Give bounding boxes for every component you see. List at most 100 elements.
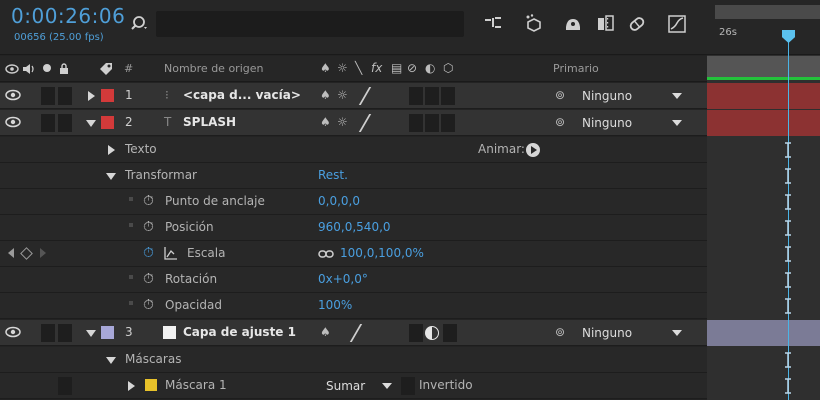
eye-icon[interactable] [5,116,21,128]
work-area-bar[interactable] [715,5,820,19]
3d-switch[interactable] [441,114,455,132]
eye-icon[interactable] [5,89,21,101]
layer-bar-3[interactable] [707,320,820,346]
eye-icon[interactable] [5,326,21,338]
collapse-arrow-icon[interactable] [86,120,96,127]
mask-row-1[interactable]: Máscara 1 Sumar Invertido [0,373,707,399]
label-tag-icon[interactable] [98,61,114,77]
mask-name[interactable]: Máscara 1 [165,378,227,392]
solo-header-icon[interactable] [43,64,51,72]
layer-row-2[interactable]: 2 T SPLASH ♠ ☼ ⊚ Ninguno [0,110,707,136]
quality-switch-icon[interactable] [346,87,372,105]
adjustment-switch[interactable] [425,114,439,132]
layer-name[interactable]: Capa de ajuste 1 [183,325,296,339]
time-ruler[interactable]: 26s [707,0,820,55]
motion-blur-switch[interactable] [409,324,423,342]
parent-pickwhip-icon[interactable]: ⊚ [555,325,565,339]
graph-icon[interactable] [164,246,178,260]
keyframe-marker[interactable] [784,220,792,236]
keyframe-marker[interactable] [784,352,792,368]
motion-blur-switch[interactable] [409,114,423,132]
search-icon[interactable] [130,14,150,34]
keyframe-marker[interactable] [784,378,792,394]
mask-color-swatch[interactable] [145,379,157,391]
solo-switch[interactable] [41,324,55,342]
parent-pickwhip-icon[interactable]: ⊚ [555,115,565,129]
quality-switch-icon[interactable] [346,114,372,132]
quality-switch-icon[interactable] [337,324,363,342]
parent-dropdown[interactable]: Ninguno [576,113,686,133]
video-toggle-header-icon[interactable] [5,64,19,74]
animate-label[interactable]: Animar: [478,142,525,156]
keyframe-marker[interactable] [784,194,792,210]
adjustment-layer-switch-icon[interactable] [425,326,439,340]
mask-mode-dropdown[interactable]: Sumar [320,376,396,396]
collapse-arrow-icon[interactable] [106,357,116,364]
layer-search-input[interactable] [156,11,464,37]
add-keyframe-icon[interactable] [20,247,33,260]
layer-name[interactable]: SPLASH [183,115,236,129]
stopwatch-active-icon[interactable]: ⏱ [143,245,154,261]
property-row-anchor-point[interactable]: ⏱ Punto de anclaje 0,0,0,0 [0,189,707,215]
property-row-opacity[interactable]: ⏱ Opacidad 100% [0,293,707,319]
inverted-checkbox[interactable] [401,377,415,395]
text-group-row[interactable]: Texto Animar: [0,137,707,163]
animate-menu-button[interactable] [526,143,540,157]
parent-dropdown[interactable]: Ninguno [576,323,686,343]
layer-label-color[interactable] [101,326,114,339]
lock-switch[interactable] [58,87,72,105]
graph-editor-icon[interactable] [666,13,688,35]
layer-bar-1[interactable] [707,83,820,109]
stopwatch-icon[interactable]: ⏱ [143,193,154,209]
collapse-arrow-icon[interactable] [106,173,116,180]
property-value[interactable]: 0,0,0,0 [318,194,360,208]
collapse-switch-icon[interactable]: ☼ [337,88,348,102]
parent-column-header[interactable]: Primario [553,62,599,75]
parent-pickwhip-icon[interactable]: ⊚ [555,88,565,102]
layer-row-1[interactable]: 1 ⁝ <capa d... vacía> ♠ ☼ ⊚ Ninguno [0,83,707,109]
previous-keyframe-icon[interactable] [8,248,14,258]
shy-switch-icon[interactable]: ♠ [320,88,331,102]
masks-group-row[interactable]: Máscaras [0,347,707,373]
audio-header-icon[interactable] [22,63,36,75]
expand-arrow-icon[interactable] [108,145,115,155]
property-row-position[interactable]: ⏱ Posición 960,0,540,0 [0,215,707,241]
solo-switch[interactable] [41,87,55,105]
transform-group-row[interactable]: Transformar Rest. [0,163,707,189]
property-value[interactable]: 100% [318,298,352,312]
collapse-switch-icon[interactable]: ☼ [337,115,348,129]
stopwatch-icon[interactable]: ⏱ [143,271,154,287]
constrain-proportions-link-icon[interactable] [318,249,334,259]
property-row-rotation[interactable]: ⏱ Rotación 0x+0,0° [0,267,707,293]
layer-bar-2[interactable] [707,110,820,136]
composition-flowchart-icon[interactable] [483,13,505,35]
mask-lock-switch[interactable] [58,377,72,395]
shy-switch-icon[interactable]: ♠ [320,115,331,129]
draft-3d-icon[interactable] [523,13,545,35]
property-value[interactable]: 100,0,100,0% [340,246,424,260]
motion-blur-switch[interactable] [409,87,423,105]
shy-switch-icon[interactable]: ♠ [320,325,331,339]
keyframe-marker[interactable] [784,142,792,158]
adjustment-switch[interactable] [425,87,439,105]
layer-name[interactable]: <capa d... vacía> [183,88,301,102]
next-keyframe-icon[interactable] [40,248,46,258]
keyframe-marker[interactable] [784,168,792,184]
3d-switch[interactable] [441,87,455,105]
timeline-panel[interactable]: 26s [707,0,820,400]
frame-blending-icon[interactable] [595,13,617,35]
motion-blur-icon[interactable] [626,13,648,35]
property-value[interactable]: 960,0,540,0 [318,220,391,234]
keyframe-marker[interactable] [784,246,792,262]
keyframe-marker[interactable] [784,272,792,288]
layer-row-3[interactable]: 3 Capa de ajuste 1 ♠ ⊚ Ninguno [0,320,707,346]
expand-arrow-icon[interactable] [128,381,135,391]
property-value[interactable]: 0x+0,0° [318,272,368,286]
source-name-column-header[interactable]: Nombre de origen [164,62,263,75]
lock-header-icon[interactable] [59,62,69,75]
solo-switch[interactable] [41,114,55,132]
lock-switch[interactable] [58,324,72,342]
lock-switch[interactable] [58,114,72,132]
3d-switch[interactable] [443,324,457,342]
stopwatch-icon[interactable]: ⏱ [143,297,154,313]
